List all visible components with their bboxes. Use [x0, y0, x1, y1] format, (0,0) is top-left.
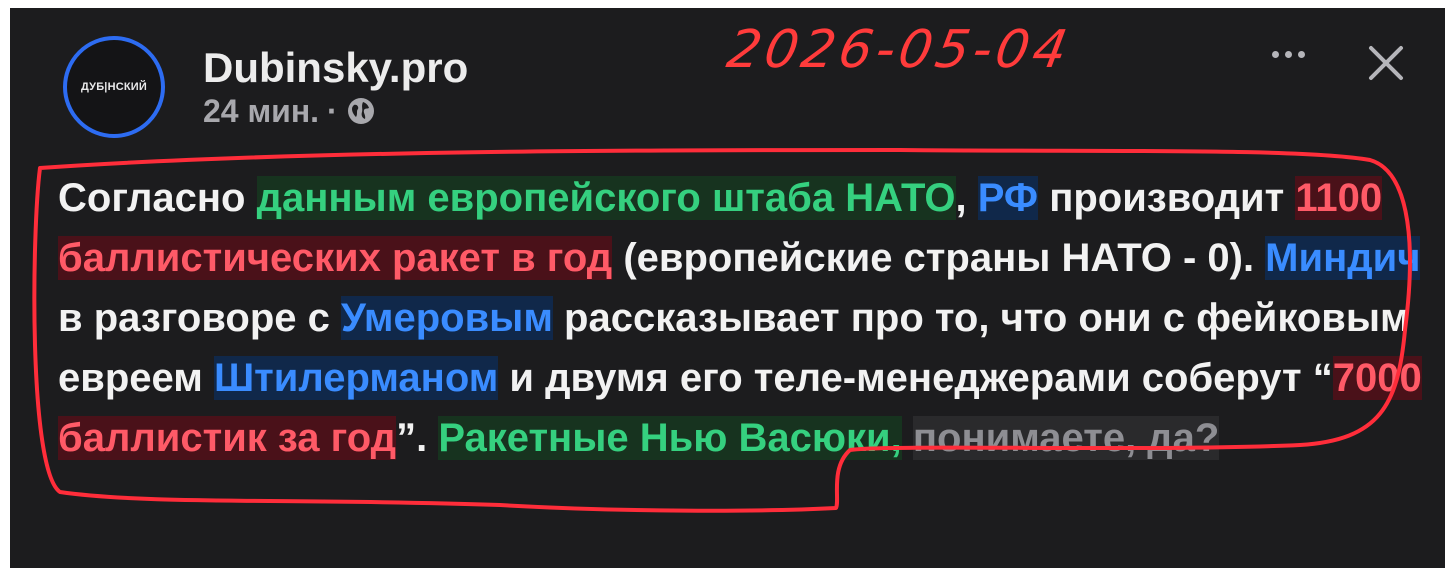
- close-icon[interactable]: [1365, 42, 1407, 84]
- highlight-blue: Штилерманом: [213, 356, 499, 400]
- page-name[interactable]: Dubinsky.pro: [203, 44, 468, 92]
- highlight-green: данным европейского штаба НАТО: [256, 176, 956, 220]
- text-segment: производит: [1038, 176, 1296, 220]
- highlight-blue: РФ: [977, 176, 1039, 220]
- handwritten-date: 2026-05-04: [722, 20, 1076, 80]
- faded-text: понимаете, да?: [912, 416, 1220, 460]
- meta-separator: ·: [327, 92, 338, 129]
- more-icon[interactable]: [1264, 38, 1312, 70]
- text-segment: ”.: [396, 416, 439, 460]
- post-time[interactable]: 24 мин.: [203, 93, 319, 130]
- text-segment: Согласно: [58, 176, 257, 220]
- post-body: Согласно данным европейского штаба НАТО,…: [58, 168, 1428, 468]
- text-segment: в разговоре с: [58, 296, 341, 340]
- text-segment: ,: [955, 176, 978, 220]
- text-segment: [902, 416, 913, 460]
- globe-icon: [347, 98, 374, 124]
- highlight-blue: Миндич: [1265, 236, 1421, 280]
- text-segment: и двумя его теле-менеджерами соберут “: [498, 356, 1333, 400]
- facebook-post-card: ДУБ|НСКИЙ Dubinsky.pro 24 мин. · Согласн…: [10, 8, 1445, 568]
- highlight-blue: Умеровым: [340, 296, 553, 340]
- avatar-label: ДУБ|НСКИЙ: [80, 81, 147, 93]
- text-segment: (европейские страны НАТО - 0).: [612, 236, 1266, 280]
- post-meta: 24 мин. ·: [203, 93, 376, 129]
- avatar[interactable]: ДУБ|НСКИЙ: [63, 36, 165, 138]
- highlight-green: Ракетные Нью Васюки,: [438, 416, 902, 460]
